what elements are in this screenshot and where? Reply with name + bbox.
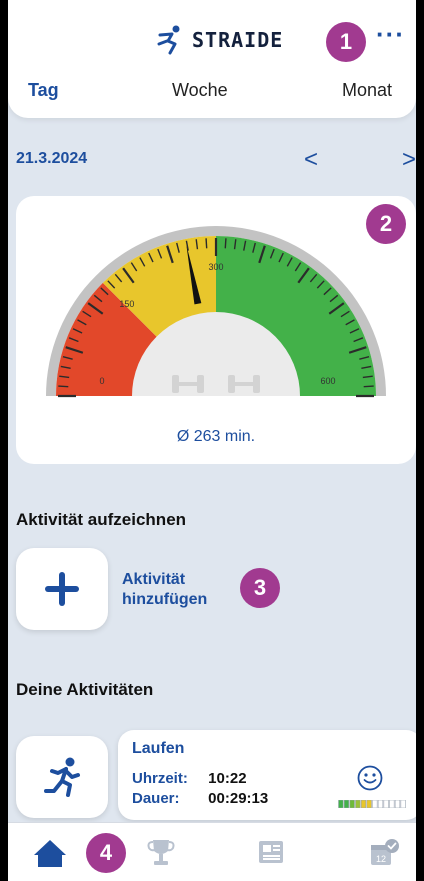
intensity-segment: [355, 800, 361, 808]
intensity-segment: [366, 800, 372, 808]
home-icon: [34, 840, 66, 867]
app-screen: STRAIDE 1 ··· Tag Woche Monat 21.3.2024 …: [8, 0, 416, 881]
intensity-segment: [343, 800, 350, 808]
intensity-segment: [372, 800, 378, 808]
step-badge-2: 2: [366, 204, 406, 244]
plus-icon: [45, 572, 79, 606]
previous-day-button[interactable]: <: [304, 146, 318, 174]
intensity-segment: [389, 800, 395, 808]
smiley-icon: [357, 765, 383, 791]
gauge-tick: [224, 238, 227, 249]
nav-news[interactable]: [256, 837, 286, 872]
gauge-tick: [363, 385, 374, 388]
intensity-segment: [360, 800, 367, 808]
activity-duration-row: Dauer: 00:29:13: [132, 790, 268, 807]
gauge-tick: [205, 238, 208, 249]
svg-text:12: 12: [376, 854, 386, 864]
duration-value: 00:29:13: [208, 790, 269, 807]
calendar-icon: 12: [371, 839, 399, 865]
running-icon: [44, 757, 80, 797]
step-badge-4: 4: [86, 833, 126, 873]
gauge-tick-label: 0: [99, 376, 104, 386]
activity-type-button[interactable]: [16, 736, 108, 818]
trophy-icon: [147, 840, 175, 865]
runner-logo-icon: [157, 25, 180, 55]
intensity-segment: [338, 800, 344, 808]
gauge-tick: [58, 385, 69, 388]
tab-woche[interactable]: Woche: [172, 80, 228, 101]
gauge-tick-label: 600: [320, 376, 335, 386]
app-title: STRAIDE: [192, 28, 284, 52]
intensity-segment: [394, 800, 401, 808]
your-activities-title: Deine Aktivitäten: [16, 680, 154, 699]
intensity-segment: [377, 800, 384, 808]
add-activity-label[interactable]: Aktivität hinzufügen: [122, 570, 207, 610]
tab-monat[interactable]: Monat: [342, 80, 392, 101]
average-minutes: Ø 263 min.: [176, 428, 256, 445]
next-day-button[interactable]: >: [402, 146, 416, 174]
intensity-segment: [383, 800, 389, 808]
nav-trophy[interactable]: [146, 837, 176, 874]
app-logo: STRAIDE: [154, 24, 283, 56]
intensity-bar: [338, 800, 406, 808]
app-header: STRAIDE 1 ··· Tag Woche Monat: [8, 0, 416, 118]
bottom-navigation: 4 12: [8, 822, 416, 881]
nav-home[interactable]: [32, 837, 68, 874]
more-menu-button[interactable]: ···: [376, 21, 405, 47]
duration-label: Dauer:: [132, 790, 180, 807]
intensity-segment: [400, 800, 406, 808]
activity-gauge-card: 0 150 300 600 2 Ø 263 min.: [16, 196, 416, 464]
activity-gauge: 0 150 300 600: [46, 226, 386, 398]
gauge-tick-label: 300: [208, 262, 223, 272]
gauge-tick-label: 150: [119, 299, 134, 309]
time-value: 10:22: [208, 770, 247, 787]
news-icon: [259, 841, 283, 863]
current-date: 21.3.2024: [16, 150, 88, 167]
add-activity-button[interactable]: [16, 548, 108, 630]
activity-name: Laufen: [132, 740, 185, 757]
nav-calendar[interactable]: 12: [368, 837, 400, 874]
step-badge-3: 3: [240, 568, 280, 608]
time-label: Uhrzeit:: [132, 770, 188, 787]
activity-card[interactable]: Laufen Uhrzeit: 10:22 Dauer: 00:29:13: [118, 730, 416, 820]
intensity-segment: [349, 800, 355, 808]
record-activity-title: Aktivität aufzeichnen: [16, 510, 187, 529]
activity-time-row: Uhrzeit: 10:22: [132, 770, 247, 787]
date-navigation: 21.3.2024 < >: [16, 146, 416, 173]
step-badge-1: 1: [326, 22, 366, 62]
tab-tag[interactable]: Tag: [28, 80, 59, 101]
